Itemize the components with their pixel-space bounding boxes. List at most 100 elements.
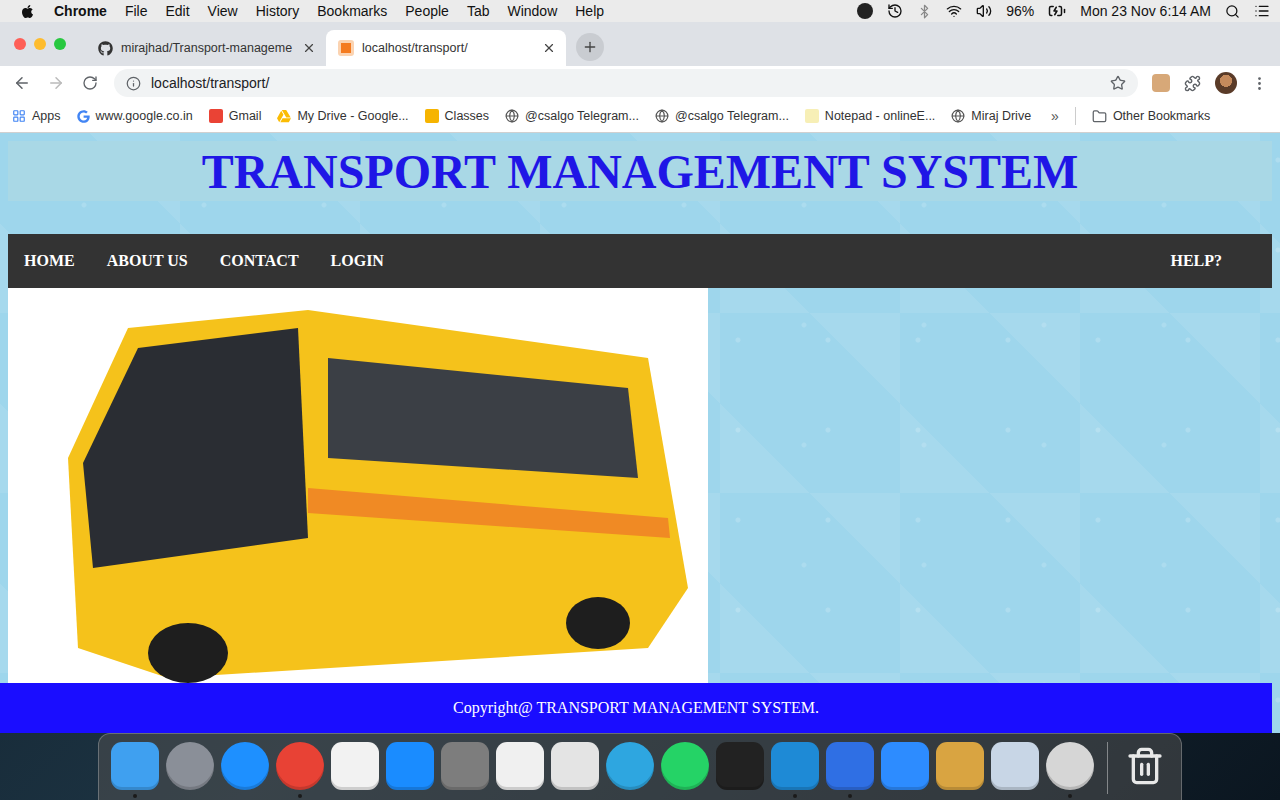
wifi-icon[interactable] bbox=[946, 3, 962, 19]
back-button[interactable] bbox=[12, 73, 32, 93]
forward-icon bbox=[47, 74, 65, 92]
trash[interactable] bbox=[1121, 742, 1169, 790]
close-tab-icon[interactable] bbox=[542, 41, 556, 55]
tab-label: localhost/transport/ bbox=[362, 41, 534, 55]
running-dot bbox=[683, 794, 687, 798]
menu-item[interactable]: Tab bbox=[458, 3, 499, 19]
dock-item[interactable] bbox=[441, 742, 489, 798]
dock-item[interactable] bbox=[276, 742, 324, 798]
globe-icon bbox=[505, 109, 519, 123]
browser-tab[interactable]: mirajhad/Transport-manageme bbox=[86, 30, 326, 66]
menu-item[interactable]: File bbox=[116, 3, 157, 19]
dock-item[interactable] bbox=[1046, 742, 1094, 798]
nav-link[interactable]: ABOUT US bbox=[107, 252, 188, 270]
battery-percent[interactable]: 96% bbox=[1006, 3, 1034, 19]
forward-button[interactable] bbox=[46, 73, 66, 93]
bookmark-label: Other Bookmarks bbox=[1113, 109, 1210, 123]
extension-icon[interactable] bbox=[1152, 74, 1170, 92]
nav-link[interactable]: HOME bbox=[24, 252, 75, 270]
dock-item[interactable] bbox=[331, 742, 379, 798]
dock-item[interactable] bbox=[716, 742, 764, 798]
running-dot bbox=[958, 794, 962, 798]
web-page: TRANSPORT MANAGEMENT SYSTEM HOME ABOUT US C… bbox=[0, 133, 1280, 733]
browser-tab[interactable]: localhost/transport/ bbox=[326, 30, 566, 66]
dock-item[interactable] bbox=[606, 742, 654, 798]
bookmark[interactable]: Apps bbox=[12, 109, 61, 123]
star-icon[interactable] bbox=[1110, 75, 1126, 91]
dock-item[interactable] bbox=[166, 742, 214, 798]
other-bookmarks[interactable]: Other Bookmarks bbox=[1092, 109, 1210, 124]
time-machine-icon[interactable] bbox=[887, 3, 903, 19]
dock-item[interactable] bbox=[936, 742, 984, 798]
menu-item[interactable]: View bbox=[199, 3, 247, 19]
menu-item[interactable]: People bbox=[396, 3, 458, 19]
address-bar[interactable]: localhost/transport/ bbox=[114, 69, 1138, 97]
dock-item[interactable] bbox=[221, 742, 269, 798]
bus-image bbox=[8, 288, 708, 683]
bookmark[interactable]: www.google.co.in bbox=[77, 109, 193, 123]
dock-item[interactable] bbox=[991, 742, 1039, 798]
app-icon bbox=[716, 742, 764, 790]
close-button[interactable] bbox=[14, 38, 26, 50]
nav-link[interactable]: CONTACT bbox=[220, 252, 299, 270]
app-icon bbox=[1046, 742, 1094, 790]
nav-link[interactable]: HELP? bbox=[1170, 252, 1222, 270]
google-icon bbox=[77, 110, 90, 123]
apple-icon[interactable] bbox=[20, 4, 35, 19]
dock-item[interactable] bbox=[386, 742, 434, 798]
nav-link[interactable]: LOGIN bbox=[331, 252, 384, 270]
notification-center-icon[interactable] bbox=[1254, 3, 1270, 19]
app-icon bbox=[221, 742, 269, 790]
info-icon[interactable] bbox=[126, 76, 141, 91]
running-dot bbox=[298, 794, 302, 798]
close-tab-icon[interactable] bbox=[302, 41, 316, 55]
running-dot bbox=[243, 794, 247, 798]
bookmark[interactable]: Miraj Drive bbox=[951, 109, 1031, 123]
globe-icon bbox=[951, 109, 965, 123]
menu-item[interactable]: Help bbox=[566, 3, 613, 19]
dock-item[interactable] bbox=[826, 742, 874, 798]
running-dot bbox=[1068, 794, 1072, 798]
menu-item[interactable]: Window bbox=[498, 3, 566, 19]
reload-button[interactable] bbox=[80, 73, 100, 93]
profile-avatar[interactable] bbox=[1215, 72, 1237, 94]
bluetooth-icon[interactable] bbox=[917, 4, 932, 19]
bookmark[interactable]: @csalgo Telegram... bbox=[655, 109, 789, 123]
bookmark[interactable]: @csalgo Telegram... bbox=[505, 109, 639, 123]
app-menu[interactable]: Chrome bbox=[45, 3, 116, 19]
menu-item[interactable]: Bookmarks bbox=[308, 3, 396, 19]
dock-separator bbox=[1107, 742, 1108, 794]
battery-icon[interactable] bbox=[1048, 2, 1066, 20]
bookmark[interactable]: Notepad - onlineE... bbox=[805, 109, 936, 123]
zoom-button[interactable] bbox=[54, 38, 66, 50]
running-dot bbox=[353, 794, 357, 798]
menu-item[interactable]: History bbox=[247, 3, 309, 19]
menu-icon[interactable] bbox=[1251, 75, 1268, 92]
app-icon bbox=[661, 742, 709, 790]
bookmark-label: www.google.co.in bbox=[96, 109, 193, 123]
dock-item[interactable] bbox=[111, 742, 159, 798]
running-dot bbox=[133, 794, 137, 798]
dock-item[interactable] bbox=[496, 742, 544, 798]
dock-item[interactable] bbox=[551, 742, 599, 798]
dock-item[interactable] bbox=[661, 742, 709, 798]
bookmark[interactable]: My Drive - Google... bbox=[277, 109, 408, 123]
bookmarks-overflow[interactable]: » bbox=[1051, 108, 1059, 124]
clock[interactable]: Mon 23 Nov 6:14 AM bbox=[1080, 3, 1211, 19]
back-icon bbox=[13, 74, 31, 92]
bookmark[interactable]: Gmail bbox=[209, 109, 262, 123]
site-header: TRANSPORT MANAGEMENT SYSTEM bbox=[8, 141, 1272, 201]
minimize-button[interactable] bbox=[34, 38, 46, 50]
volume-icon[interactable] bbox=[976, 3, 992, 19]
dock bbox=[98, 733, 1182, 800]
status-app-icon[interactable] bbox=[857, 3, 873, 19]
new-tab-button[interactable] bbox=[576, 33, 604, 61]
dock-item[interactable] bbox=[881, 742, 929, 798]
spotlight-icon[interactable] bbox=[1225, 4, 1240, 19]
drive-icon bbox=[277, 109, 291, 123]
menu-item[interactable]: Edit bbox=[156, 3, 198, 19]
dock-item[interactable] bbox=[771, 742, 819, 798]
extensions-icon[interactable] bbox=[1184, 75, 1201, 92]
browser-window: mirajhad/Transport-manageme localhost/tra… bbox=[0, 22, 1280, 733]
bookmark[interactable]: Classes bbox=[425, 109, 489, 123]
